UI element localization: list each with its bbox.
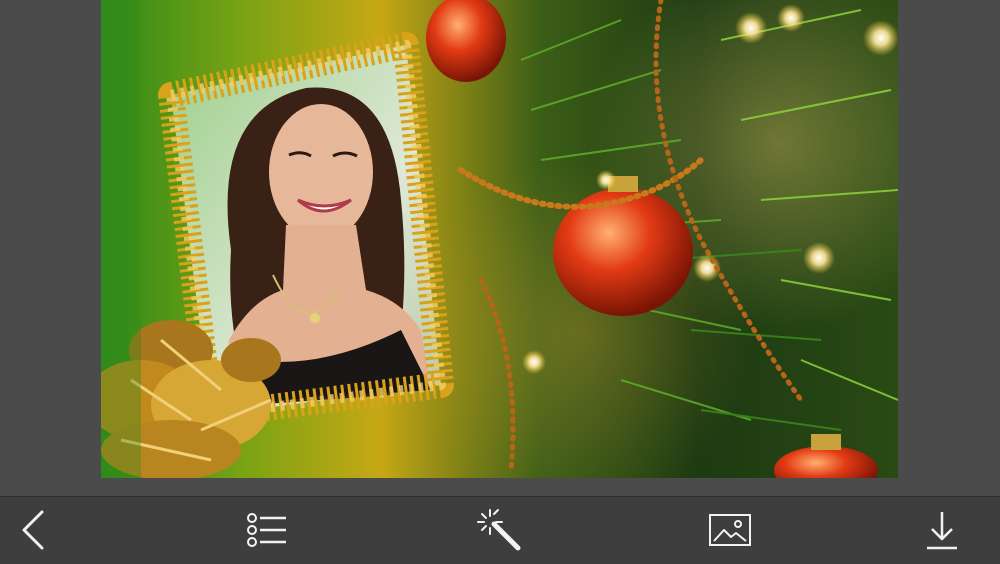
back-button[interactable] bbox=[6, 505, 62, 555]
download-icon bbox=[927, 512, 957, 550]
bottom-toolbar bbox=[0, 496, 1000, 564]
save-button[interactable] bbox=[914, 505, 970, 555]
magic-wand-icon bbox=[477, 509, 521, 551]
gallery-button[interactable] bbox=[702, 505, 758, 555]
string-lights bbox=[522, 4, 898, 374]
chevron-left-icon bbox=[22, 510, 44, 550]
list-icon bbox=[247, 513, 286, 547]
framed-photo[interactable] bbox=[101, 0, 898, 478]
editor-canvas bbox=[0, 0, 1000, 496]
effects-button[interactable] bbox=[472, 505, 528, 555]
frame-artwork bbox=[101, 0, 898, 478]
red-ornament-bottom bbox=[774, 446, 878, 478]
image-icon bbox=[709, 514, 751, 546]
frames-list-button[interactable] bbox=[240, 505, 296, 555]
red-ornament-top bbox=[426, 0, 506, 82]
